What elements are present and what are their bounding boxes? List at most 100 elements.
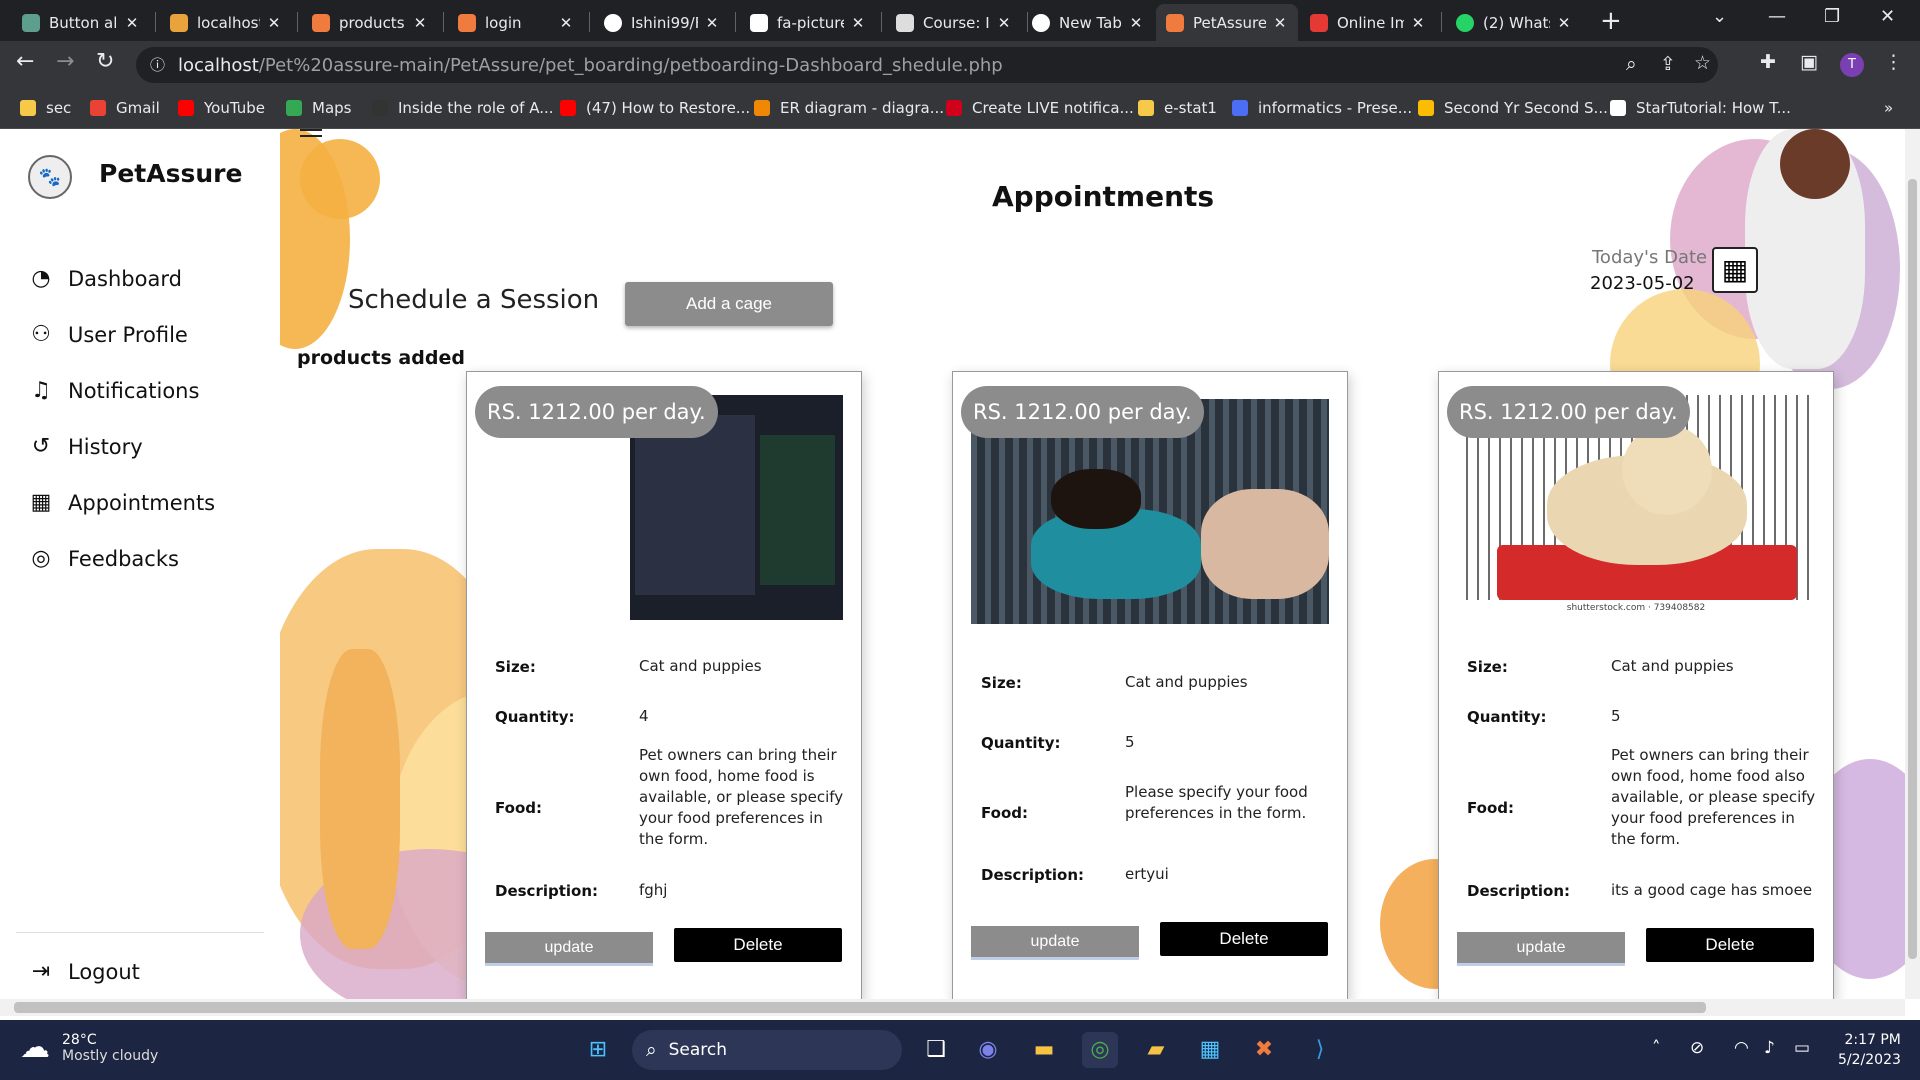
bookmark-item[interactable]: e-stat1 [1138,99,1217,117]
logout-button[interactable]: ⇥ Logout [28,959,140,984]
course-icon [896,13,914,32]
network-off-icon[interactable]: ⊘ [1690,1038,1704,1058]
teams-chat-icon[interactable]: ◉ [970,1032,1006,1068]
tab-search-icon[interactable]: ⌄ [1712,6,1727,27]
bookmark-item[interactable]: (47) How to Restore... [560,99,750,117]
update-button[interactable]: update [971,926,1139,960]
sticky-notes-icon[interactable]: ▰ [1138,1032,1174,1068]
menu-kebab-icon[interactable]: ⋮ [1884,51,1903,73]
bookmark-item[interactable]: Maps [286,99,351,117]
add-cage-button[interactable]: Add a cage [625,282,833,326]
sidebar-item-history[interactable]: ↺ History [28,434,143,460]
minimize-icon[interactable]: — [1768,6,1786,27]
browser-tab[interactable]: fa-picture ✕ [740,4,876,41]
scrollbar-thumb[interactable] [1908,179,1917,959]
file-explorer-icon[interactable]: ▬ [1026,1032,1062,1068]
restore-icon[interactable]: ❐ [1824,6,1840,27]
forward-icon[interactable]: → [56,49,74,74]
zoom-icon[interactable]: ⌕ [1626,53,1637,75]
close-window-icon[interactable]: ✕ [1880,6,1895,27]
close-tab-icon[interactable]: ✕ [1128,14,1144,32]
close-tab-icon[interactable]: ✕ [1410,14,1426,32]
vscode-icon[interactable]: ⟩ [1302,1032,1338,1068]
url-text[interactable]: localhost/Pet%20assure-main/PetAssure/pe… [178,55,1003,76]
page-title: Appointments [992,180,1215,213]
browser-tab[interactable]: localhost ✕ [160,4,292,41]
side-panel-icon[interactable]: ▣ [1800,51,1818,73]
xampp-icon[interactable]: ✖ [1246,1032,1282,1068]
weather-widget[interactable]: ☁ 28°C Mostly cloudy [20,1030,158,1065]
calendar-icon[interactable]: ▦ [1712,247,1758,293]
start-menu-icon[interactable]: ⊞ [580,1032,616,1068]
sidebar-item-appointments[interactable]: ▦ Appointments [28,490,216,516]
system-clock[interactable]: 2:17 PM 5/2/2023 [1838,1030,1901,1070]
bookmark-item[interactable]: Create LIVE notifica... [946,99,1134,117]
store-icon[interactable]: ▦ [1192,1032,1228,1068]
show-hidden-icons[interactable]: ˄ [1652,1038,1661,1058]
battery-icon[interactable]: ▭ [1794,1038,1810,1058]
site-info-icon[interactable]: ⓘ [150,54,165,75]
update-button[interactable]: update [485,932,653,966]
bookmark-item[interactable]: ER diagram - diagra... [754,99,944,117]
back-icon[interactable]: ← [16,49,34,74]
close-tab-icon[interactable]: ✕ [1556,14,1572,32]
update-button[interactable]: update [1457,932,1625,966]
close-tab-icon[interactable]: ✕ [850,14,866,32]
close-tab-icon[interactable]: ✕ [704,14,720,32]
new-tab-button[interactable]: + [1600,6,1622,36]
quantity-value: 4 [639,707,649,725]
delete-button[interactable]: Delete [674,928,842,962]
bookmark-item[interactable]: Gmail [90,99,160,117]
browser-tab[interactable]: login ✕ [448,4,584,41]
browser-tab[interactable]: Course: IS✕ [886,4,1022,41]
quantity-label: Quantity: [1467,708,1547,726]
browser-tab[interactable]: New Tab ✕ [1022,4,1154,41]
more-bookmarks-icon[interactable]: » [1884,99,1893,117]
close-tab-icon[interactable]: ✕ [124,14,140,32]
wifi-icon[interactable]: ◠ [1734,1038,1749,1058]
browser-tab[interactable]: Ishini99/F ✕ [594,4,730,41]
delete-button[interactable]: Delete [1646,928,1814,962]
browser-tab-active[interactable]: PetAssure ✕ [1156,4,1298,41]
scrollbar-thumb[interactable] [14,1002,1706,1013]
bookmarks-bar: sec Gmail YouTube Maps Inside the role o… [0,89,1920,129]
bookmark-item[interactable]: sec [20,99,71,117]
todays-date-label: Today's Date [1592,247,1708,268]
logout-icon: ⇥ [31,959,51,984]
vertical-scrollbar[interactable] [1905,129,1920,999]
sidebar-item-user-profile[interactable]: ⚇ User Profile [28,322,188,348]
bookmark-item[interactable]: StarTutorial: How T... [1610,99,1791,117]
browser-tab[interactable]: (2) Whats ✕ [1446,4,1582,41]
bookmark-item[interactable]: YouTube [178,99,265,117]
extensions-icon[interactable]: ✚ [1760,51,1776,73]
sidebar-item-notifications[interactable]: ♫ Notifications [28,378,199,404]
bookmark-star-icon[interactable]: ☆ [1694,52,1711,74]
address-bar[interactable]: ⓘ localhost/Pet%20assure-main/PetAssure/… [136,47,1718,83]
chrome-taskbar-icon[interactable]: ◎ [1082,1032,1118,1068]
close-tab-icon[interactable]: ✕ [558,14,574,32]
sidebar-item-feedbacks[interactable]: ◎ Feedbacks [28,546,179,572]
profile-avatar[interactable]: T [1840,53,1864,77]
delete-button[interactable]: Delete [1160,922,1328,956]
bookmark-favicon-icon [1232,100,1248,116]
bookmark-item[interactable]: Inside the role of A... [372,99,554,117]
horizontal-scrollbar[interactable] [0,999,1905,1016]
hamburger-menu-icon[interactable] [300,129,322,137]
sidebar-item-dashboard[interactable]: ◔ Dashboard [28,266,182,292]
share-icon[interactable]: ⇪ [1660,53,1676,75]
taskbar-search[interactable]: ⌕ Search [632,1030,902,1070]
bookmark-item[interactable]: Second Yr Second S... [1418,99,1608,117]
reload-icon[interactable]: ↻ [96,49,114,74]
browser-tab[interactable]: Button al ✕ [12,4,150,41]
bookmark-item[interactable]: informatics - Prese... [1232,99,1412,117]
task-view-icon[interactable]: ❑ [918,1032,954,1068]
close-tab-icon[interactable]: ✕ [412,14,428,32]
description-label: Description: [981,866,1085,884]
browser-tab[interactable]: Online Im ✕ [1300,4,1436,41]
volume-icon[interactable]: ♪ [1764,1038,1775,1058]
product-card: RS. 1212.00 per day. Size: Cat and puppi… [952,371,1348,999]
close-tab-icon[interactable]: ✕ [996,14,1012,32]
close-tab-icon[interactable]: ✕ [266,14,282,32]
close-tab-icon[interactable]: ✕ [1272,14,1288,32]
browser-tab[interactable]: products ✕ [302,4,438,41]
